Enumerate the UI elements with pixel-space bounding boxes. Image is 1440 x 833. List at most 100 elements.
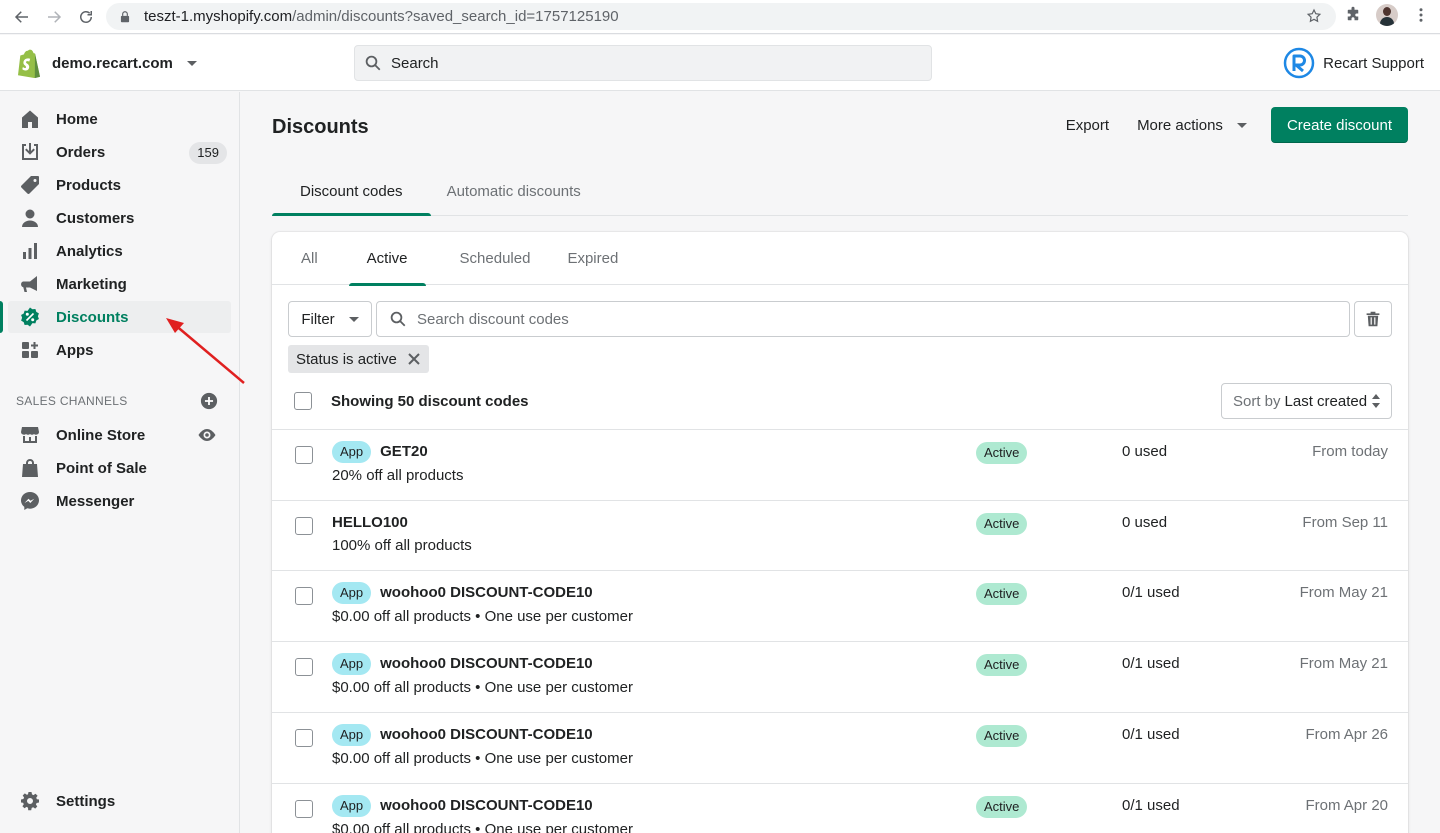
discount-row[interactable]: App woohoo0 DISCOUNT-CODE10 $0.00 off al…: [272, 784, 1408, 833]
app-badge: App: [332, 724, 372, 746]
row-checkbox[interactable]: [295, 517, 313, 535]
forward-icon[interactable]: [38, 1, 70, 33]
sidebar-item-label: Discounts: [56, 308, 129, 326]
start-date: From Sep 11: [1302, 514, 1388, 531]
extensions-puzzle-icon[interactable]: [1344, 6, 1362, 24]
account-menu[interactable]: Recart Support: [1283, 47, 1424, 79]
applied-filter-tag: Status is active: [288, 345, 429, 373]
tab-expired[interactable]: Expired: [550, 232, 635, 285]
discount-code: woohoo0 DISCOUNT-CODE10: [380, 797, 593, 814]
address-bar[interactable]: teszt-1.myshopify.com/admin/discounts?sa…: [106, 3, 1336, 30]
trash-icon: [1366, 311, 1380, 327]
annotation-arrow-icon: [166, 318, 245, 384]
discount-description: 100% off all products: [332, 537, 472, 554]
sidebar-item-label: Marketing: [56, 275, 127, 293]
bar-chart-icon: [23, 243, 37, 259]
global-search-input[interactable]: Search: [354, 45, 932, 81]
row-checkbox[interactable]: [295, 446, 313, 464]
discount-code: HELLO100: [332, 514, 408, 531]
back-icon[interactable]: [6, 1, 38, 33]
page-actions: Export More actions Create discount: [1062, 107, 1408, 143]
export-button[interactable]: Export: [1062, 109, 1113, 142]
admin-topbar: demo.recart.com Search Recart Support: [0, 35, 1440, 91]
start-date: From Apr 26: [1305, 726, 1388, 743]
sidebar-item-customers[interactable]: Customers: [8, 202, 231, 234]
reload-icon[interactable]: [70, 1, 102, 33]
messenger-icon: [21, 492, 39, 510]
tab-automatic-discounts[interactable]: Automatic discounts: [435, 168, 593, 215]
sidebar-item-label: Online Store: [56, 426, 146, 444]
results-count: Showing 50 discount codes: [331, 393, 529, 410]
bookmark-star-icon[interactable]: [1306, 8, 1322, 24]
apps-icon: [22, 342, 38, 358]
sidebar-item-home[interactable]: Home: [8, 103, 231, 135]
search-icon: [365, 55, 381, 71]
discounts-card: All Active Scheduled Expired Filter Stat…: [272, 232, 1408, 833]
tag-icon: [21, 176, 39, 194]
discount-code: woohoo0 DISCOUNT-CODE10: [380, 726, 593, 743]
chevron-down-icon: [186, 60, 197, 66]
start-date: From today: [1312, 443, 1388, 460]
kebab-menu-icon[interactable]: [1412, 6, 1430, 24]
sidebar-item-analytics[interactable]: Analytics: [8, 235, 231, 267]
discount-code: woohoo0 DISCOUNT-CODE10: [380, 584, 593, 601]
eye-icon[interactable]: [197, 425, 217, 445]
discount-code: GET20: [380, 443, 428, 460]
sidebar-item-online-store[interactable]: Online Store: [8, 419, 231, 451]
tab-all[interactable]: All: [284, 232, 335, 285]
sidebar-item-label: Orders: [56, 143, 106, 161]
discount-code: woohoo0 DISCOUNT-CODE10: [380, 655, 593, 672]
more-actions-button[interactable]: More actions: [1133, 109, 1251, 142]
tab-scheduled[interactable]: Scheduled: [440, 232, 551, 285]
megaphone-icon: [21, 276, 37, 292]
add-channel-icon[interactable]: [200, 392, 218, 410]
sort-value: Last created: [1284, 392, 1368, 410]
discount-description: $0.00 off all products • One use per cus…: [332, 608, 633, 625]
tab-active[interactable]: Active: [335, 232, 440, 286]
sidebar-item-label: Home: [56, 110, 98, 128]
url-path: /admin/discounts?saved_search_id=1757125…: [292, 8, 619, 25]
row-checkbox[interactable]: [295, 800, 313, 818]
select-all-checkbox[interactable]: [294, 392, 312, 410]
sidebar-item-label: Analytics: [56, 242, 123, 260]
usage-count: 0 used: [1122, 443, 1168, 460]
more-actions-label: More actions: [1137, 116, 1223, 134]
sort-select[interactable]: Sort by Last created: [1221, 383, 1392, 419]
page-title: Discounts: [272, 116, 369, 138]
discount-description: $0.00 off all products • One use per cus…: [332, 821, 633, 833]
sidebar-item-settings[interactable]: Settings: [8, 785, 231, 817]
filter-label: Filter: [301, 310, 335, 328]
row-checkbox[interactable]: [295, 587, 313, 605]
discount-search-field[interactable]: [376, 301, 1350, 337]
sidebar-item-point-of-sale[interactable]: Point of Sale: [8, 452, 231, 484]
close-icon[interactable]: [407, 352, 421, 366]
row-checkbox[interactable]: [295, 658, 313, 676]
filter-button[interactable]: Filter: [288, 301, 372, 337]
app-badge: App: [332, 653, 372, 675]
sidebar-item-orders[interactable]: Orders 159: [8, 136, 231, 168]
create-discount-button[interactable]: Create discount: [1270, 107, 1408, 143]
discount-search-input[interactable]: [417, 310, 1317, 328]
row-checkbox[interactable]: [295, 729, 313, 747]
store-switcher[interactable]: demo.recart.com: [16, 48, 197, 78]
tab-discount-codes[interactable]: Discount codes: [272, 168, 431, 216]
app-badge: App: [332, 795, 372, 817]
delete-search-button[interactable]: [1354, 301, 1392, 337]
sidebar-item-marketing[interactable]: Marketing: [8, 268, 231, 300]
discount-row[interactable]: App woohoo0 DISCOUNT-CODE10 $0.00 off al…: [272, 571, 1408, 642]
discount-row[interactable]: HELLO100 100% off all products Active 0 …: [272, 501, 1408, 571]
discount-row[interactable]: App GET20 20% off all products Active 0 …: [272, 430, 1408, 501]
sidebar-item-messenger[interactable]: Messenger: [8, 485, 231, 517]
sidebar-item-label: Settings: [56, 792, 116, 810]
discount-icon: [21, 307, 39, 327]
profile-avatar[interactable]: [1376, 4, 1398, 26]
sidebar-nav: Home Orders 159 Products Customers Analy…: [0, 92, 240, 833]
discount-row[interactable]: App woohoo0 DISCOUNT-CODE10 $0.00 off al…: [272, 713, 1408, 784]
discount-row[interactable]: App woohoo0 DISCOUNT-CODE10 $0.00 off al…: [272, 642, 1408, 713]
sidebar-item-label: Messenger: [56, 492, 135, 510]
start-date: From May 21: [1299, 584, 1388, 601]
discount-type-tabs: Discount codes Automatic discounts: [272, 168, 1408, 216]
sidebar-item-products[interactable]: Products: [8, 169, 231, 201]
start-date: From Apr 20: [1305, 797, 1388, 814]
discount-description: 20% off all products: [332, 467, 464, 484]
